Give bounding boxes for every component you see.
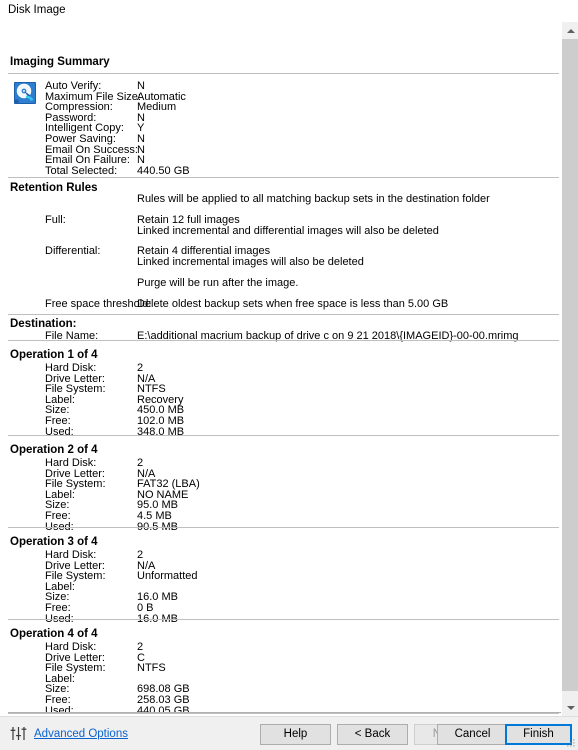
section-divider [8, 177, 559, 178]
scroll-up-arrow-icon[interactable] [562, 22, 578, 39]
section-divider [8, 73, 559, 74]
sliders-icon [10, 727, 27, 740]
imaging-summary-value-8: 440.50 GB [137, 164, 190, 177]
section-divider [8, 713, 559, 714]
retention-rules-heading: Retention Rules [10, 182, 98, 194]
section-divider [8, 527, 559, 528]
retention-free-space-label: Free space threshold: [45, 298, 152, 310]
hard-disk-icon [13, 81, 37, 105]
scrollbar-track[interactable] [562, 39, 578, 699]
summary-content: Imaging Summary Auto Verify: N Maximum File… [0, 22, 562, 716]
operation-3-heading: Operation 3 of 4 [10, 536, 98, 548]
operation-3-value-2: Unformatted [137, 570, 198, 583]
finish-button[interactable]: Finish [505, 724, 572, 745]
dialog-footer: Advanced Options Help < Back Next > Canc… [0, 716, 578, 750]
imaging-summary-label-8: Total Selected: [45, 164, 118, 177]
operation-2-heading: Operation 2 of 4 [10, 444, 98, 456]
operation-4-value-6: 440.05 GB [137, 704, 190, 716]
scroll-down-arrow-icon[interactable] [562, 699, 578, 716]
back-button[interactable]: < Back [337, 724, 408, 745]
retention-differential-label: Differential: [45, 245, 101, 257]
section-divider [8, 314, 559, 315]
scrollbar-thumb[interactable] [562, 39, 578, 691]
retention-full-label: Full: [45, 214, 66, 226]
operation-1-heading: Operation 1 of 4 [10, 349, 98, 361]
vertical-scrollbar[interactable] [561, 22, 578, 716]
operation-4-label-6: Used: [45, 704, 74, 716]
section-divider [8, 619, 559, 620]
operation-4-value-2: NTFS [137, 662, 166, 675]
imaging-summary-heading: Imaging Summary [10, 56, 110, 68]
retention-free-space-value: Delete oldest backup sets when free spac… [137, 298, 449, 310]
advanced-options-link-wrap[interactable]: Advanced Options [10, 726, 128, 741]
retention-purge-note: Purge will be run after the image. [137, 277, 299, 289]
retention-differential-line2: Linked incremental images will also be d… [137, 256, 364, 268]
retention-full-line2: Linked incremental and differential imag… [137, 225, 439, 237]
panel-bottom-divider [8, 712, 561, 713]
help-button[interactable]: Help [260, 724, 331, 745]
section-divider [8, 435, 559, 436]
resize-grip-icon[interactable] [566, 738, 576, 748]
disk-image-dialog: Disk Image Imaging Summary Auto Verify: N M… [0, 0, 578, 750]
advanced-options-link[interactable]: Advanced Options [34, 727, 128, 741]
summary-scroll-panel[interactable]: Imaging Summary Auto Verify: N Maximum File… [0, 22, 578, 716]
section-divider [8, 340, 559, 341]
operation-4-heading: Operation 4 of 4 [10, 628, 98, 640]
retention-intro: Rules will be applied to all matching ba… [137, 193, 490, 205]
cancel-button[interactable]: Cancel [437, 724, 508, 745]
window-title: Disk Image [8, 4, 66, 16]
